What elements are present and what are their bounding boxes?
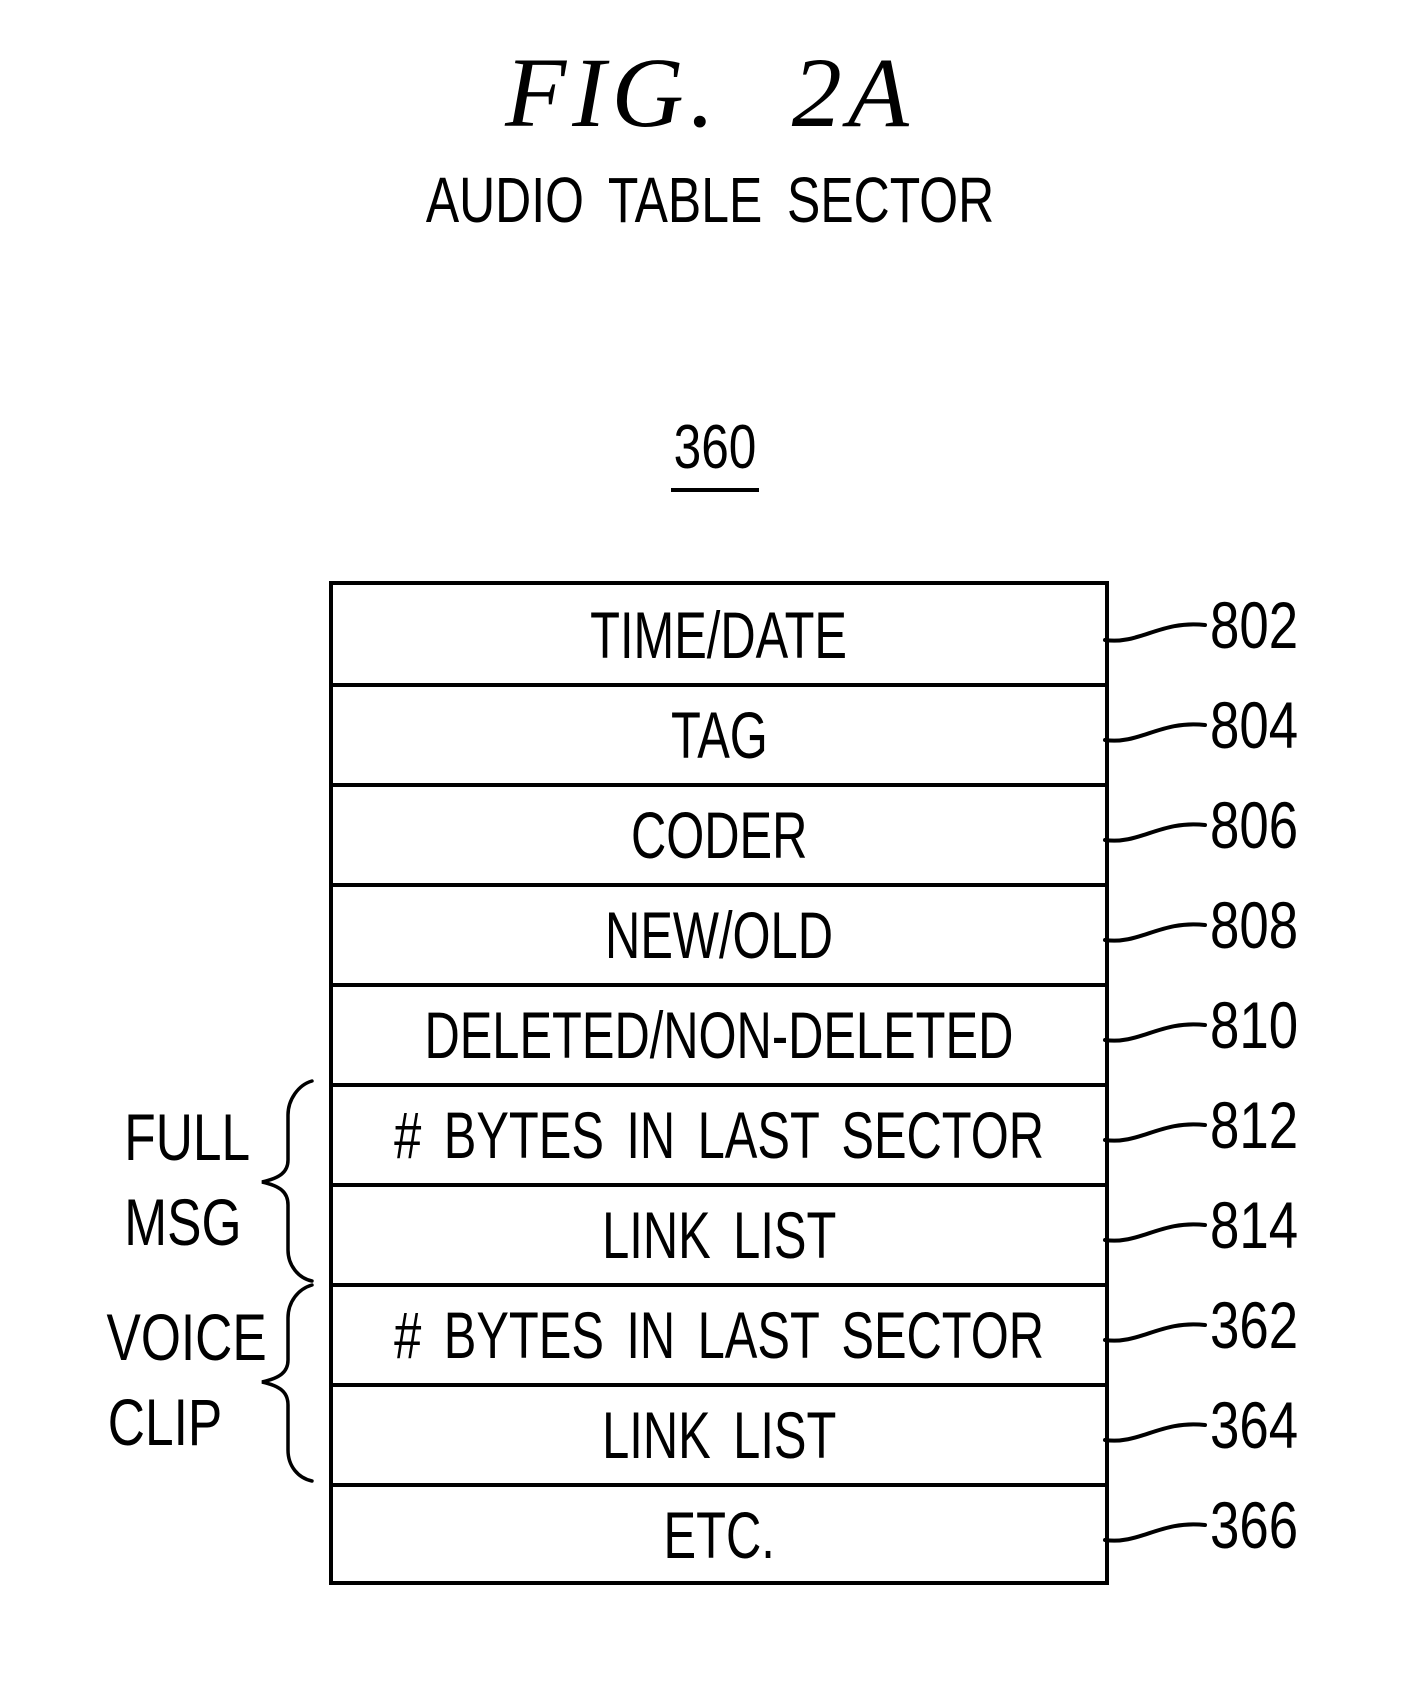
brace-voice-clip	[261, 1283, 314, 1483]
leader-line-812	[1103, 1122, 1207, 1143]
brace-full-msg	[261, 1079, 314, 1283]
leader-line-802	[1103, 622, 1207, 643]
leader-line-814	[1103, 1222, 1207, 1243]
leader-line-804	[1103, 722, 1207, 743]
leader-line-806	[1103, 822, 1207, 843]
leader-line-810	[1103, 1022, 1207, 1043]
leader-line-362	[1103, 1322, 1207, 1343]
leader-line-366	[1103, 1522, 1207, 1543]
leader-line-808	[1103, 922, 1207, 943]
leader-line-364	[1103, 1422, 1207, 1443]
diagram-overlay	[261, 622, 1207, 1543]
